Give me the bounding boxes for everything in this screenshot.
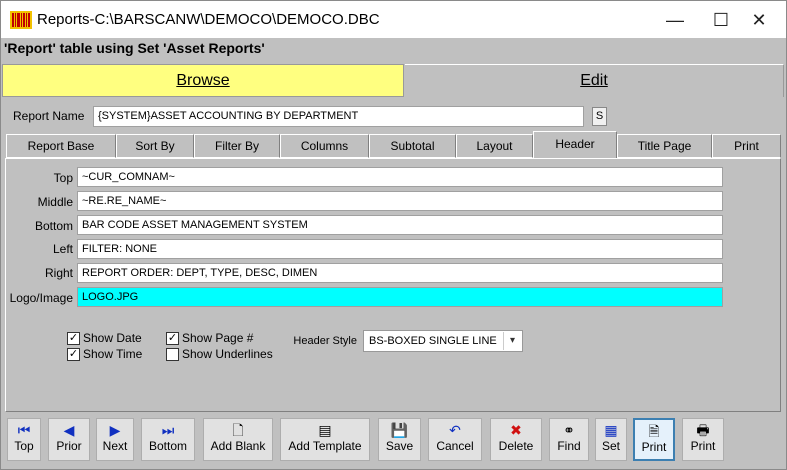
header-style-select[interactable]: BS-BOXED SINGLE LINE ▾ [363,330,523,352]
show-date-label: Show Date [83,331,142,345]
report-name-label: Report Name [13,109,85,123]
cancel-button-label: Cancel [436,439,474,453]
set-button[interactable]: ▦ Set [595,418,627,461]
add-template-button[interactable]: ▤ Add Template [280,418,370,461]
tab-title-page[interactable]: Title Page [617,134,712,158]
checkbox-icon[interactable]: ✓ [67,331,80,345]
show-page-checkbox[interactable]: ✓ Show Page # [166,331,253,345]
chevron-down-icon[interactable]: ▾ [503,332,521,350]
tab-print[interactable]: Print [712,134,781,158]
right-label: Right [44,266,73,280]
print-button-label: Print [690,439,716,453]
first-record-icon: ⏮ [17,422,31,438]
top-label: Top [53,171,73,185]
top-button-label: Top [14,439,34,453]
top-field[interactable]: ~CUR_COMNAM~ [77,167,723,187]
tab-filter-by[interactable]: Filter By [194,134,280,158]
show-page-label: Show Page # [182,331,254,345]
left-field[interactable]: FILTER: NONE [77,239,723,259]
show-time-checkbox[interactable]: ✓ Show Time [67,347,142,361]
bottom-button-label: Bottom [148,439,187,453]
prior-button[interactable]: ◀ Prior [48,418,90,461]
app-icon [10,11,32,29]
next-button-label: Next [102,439,128,453]
header-style-value: BS-BOXED SINGLE LINE [369,335,497,347]
middle-label: Middle [37,195,73,209]
header-style-label: Header Style [293,335,357,347]
save-button-label: Save [385,439,414,453]
set-button-label: Set [601,439,620,453]
window-title: Reports-C:\BARSCANW\DEMOCO\DEMOCO.DBC [37,11,380,28]
cancel-button[interactable]: ↶ Cancel [428,418,482,461]
next-icon: ▶ [109,422,121,438]
set-icon: ▦ [604,422,618,438]
right-field[interactable]: REPORT ORDER: DEPT, TYPE, DESC, DIMEN [77,263,723,283]
print-button[interactable]: 🖶 Print [682,418,724,461]
logo-image-field[interactable]: LOGO.JPG [77,287,723,307]
new-document-icon: 🗋 [232,422,244,438]
s-button[interactable]: S [592,107,607,126]
add-blank-button[interactable]: 🗋 Add Blank [203,418,273,461]
checkbox-icon[interactable]: ✓ [67,347,80,361]
logo-image-label: Logo/Image [9,291,73,305]
bottom-label: Bottom [34,219,73,233]
checkbox-icon[interactable] [166,347,179,361]
minimize-button[interactable]: — [652,1,698,39]
last-record-icon: ⏭ [161,422,175,438]
table-subtitle: 'Report' table using Set 'Asset Reports' [4,40,265,56]
tab-layout[interactable]: Layout [456,134,533,158]
browse-tab[interactable]: Browse [2,64,404,97]
edit-tab[interactable]: Edit [405,64,784,97]
tab-sort-by[interactable]: Sort By [116,134,194,158]
add-blank-button-label: Add Blank [210,439,266,453]
find-button-label: Find [557,439,581,453]
print-preview-button[interactable]: 🗎 Print [633,418,675,461]
checkbox-icon[interactable]: ✓ [166,331,179,345]
left-label: Left [52,242,73,256]
delete-button-label: Delete [498,439,534,453]
show-underlines-label: Show Underlines [182,347,273,361]
show-underlines-checkbox[interactable]: Show Underlines [166,347,273,361]
previous-icon: ◀ [63,422,75,438]
report-name-field[interactable]: {SYSTEM}ASSET ACCOUNTING BY DEPARTMENT [93,106,584,127]
floppy-disk-icon: 💾 [390,422,409,438]
save-button[interactable]: 💾 Save [378,418,421,461]
tab-report-base[interactable]: Report Base [6,134,116,158]
title-bar: Reports-C:\BARSCANW\DEMOCO\DEMOCO.DBC — … [0,0,787,38]
binoculars-icon: ⚭ [563,422,575,438]
top-button[interactable]: ⏮ Top [7,418,41,461]
print-preview-button-label: Print [641,440,667,454]
template-icon: ▤ [318,422,332,438]
prior-button-label: Prior [56,439,82,453]
tab-subtotal[interactable]: Subtotal [369,134,456,158]
add-template-button-label: Add Template [288,439,362,453]
next-button[interactable]: ▶ Next [96,418,134,461]
find-button[interactable]: ⚭ Find [549,418,589,461]
bottom-field[interactable]: BAR CODE ASSET MANAGEMENT SYSTEM [77,215,723,235]
red-x-icon: ✖ [510,422,522,438]
undo-icon: ↶ [449,422,461,438]
show-time-label: Show Time [83,347,143,361]
tab-columns[interactable]: Columns [280,134,369,158]
middle-field[interactable]: ~RE.RE_NAME~ [77,191,723,211]
delete-button[interactable]: ✖ Delete [490,418,542,461]
window-body: 'Report' table using Set 'Asset Reports'… [0,38,787,470]
bottom-button[interactable]: ⏭ Bottom [141,418,195,461]
print-preview-icon: 🗎 [648,423,660,439]
show-date-checkbox[interactable]: ✓ Show Date [67,331,142,345]
tab-header[interactable]: Header [533,131,617,159]
close-button[interactable]: ✕ [736,1,782,39]
printer-icon: 🖶 [696,422,710,438]
